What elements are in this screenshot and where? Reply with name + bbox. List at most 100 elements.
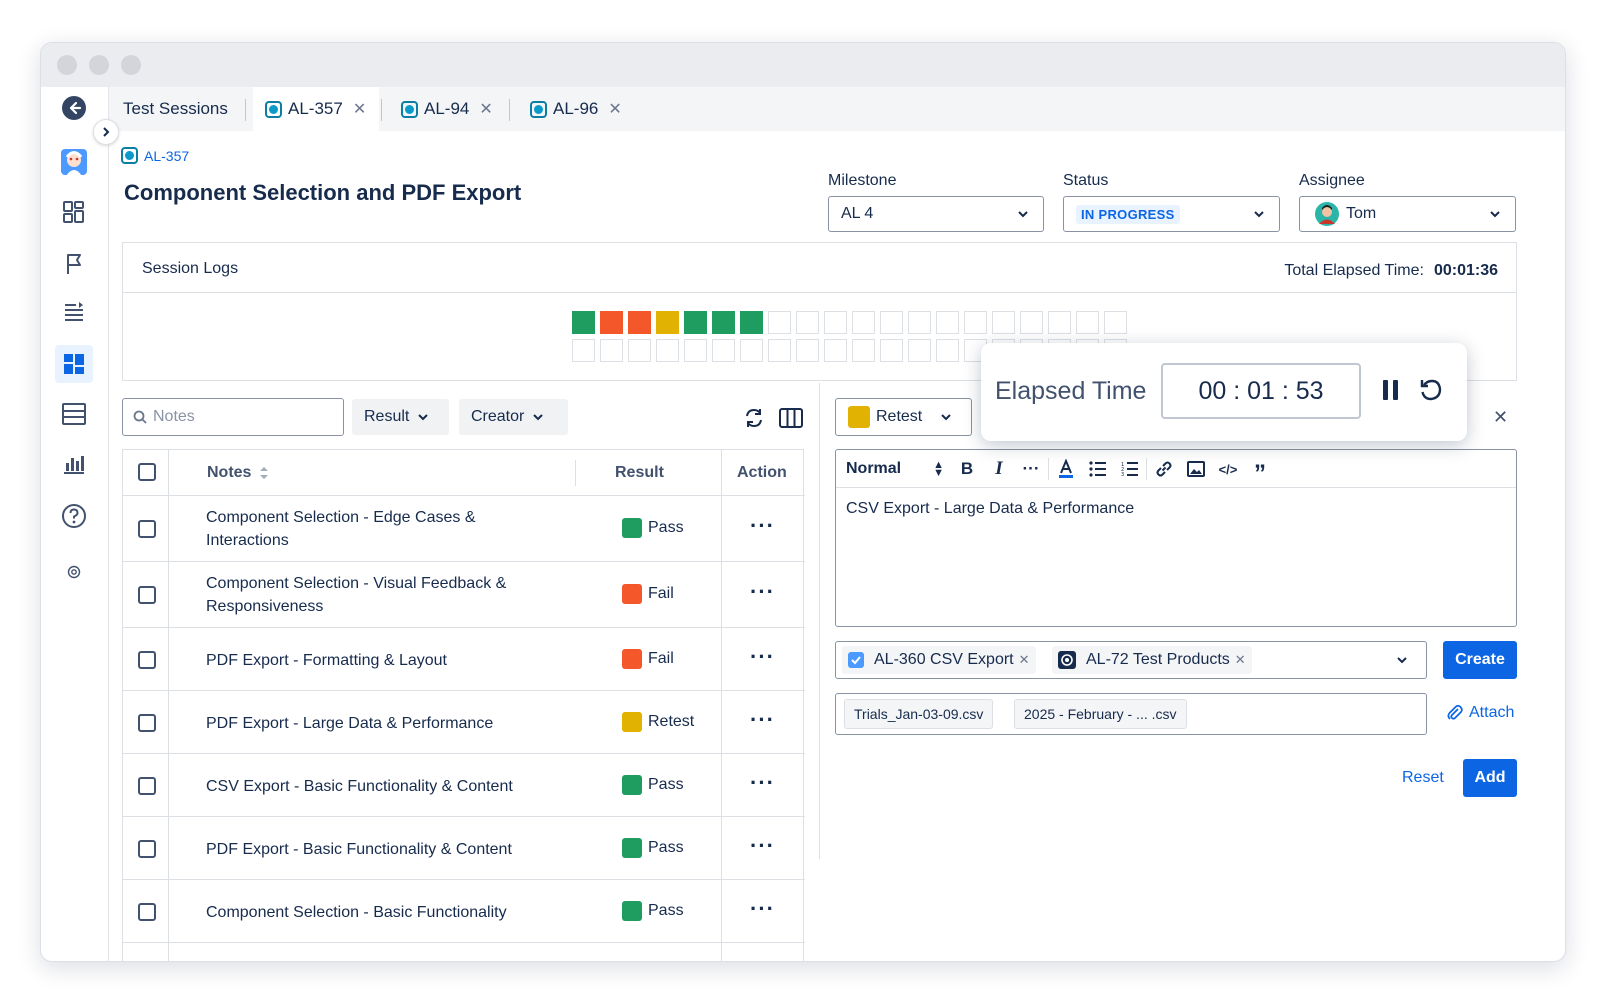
more-actions-icon[interactable]: ··· — [750, 833, 775, 859]
image-button[interactable] — [1184, 450, 1208, 488]
reset-timer-button[interactable] — [1419, 378, 1443, 407]
log-cell — [1104, 311, 1127, 334]
text-color-icon — [1059, 459, 1073, 478]
assignee-select[interactable]: Tom — [1299, 196, 1516, 232]
table-row[interactable]: Component Selection - Edge Cases & Intera… — [123, 496, 805, 562]
row-checkbox[interactable] — [138, 902, 156, 921]
test-cases-nav[interactable] — [55, 293, 93, 331]
tab-al-357[interactable]: AL-357 ✕ — [253, 87, 379, 131]
note-editor[interactable]: Normal ▲ ▼ B I ··· 123 </> ” CSV Export … — [835, 449, 1517, 627]
attachments-field[interactable]: Trials_Jan-03-09.csv 2025 - February - .… — [835, 693, 1427, 735]
sidebar-expand-button[interactable] — [93, 119, 119, 145]
table-row[interactable]: Component Selection - Visual Feedback & R… — [123, 562, 805, 628]
help-nav[interactable] — [55, 497, 93, 535]
milestones-nav[interactable] — [55, 245, 93, 283]
row-checkbox[interactable] — [138, 713, 156, 732]
creator-filter-button[interactable]: Creator — [459, 399, 568, 435]
more-actions-icon[interactable]: ··· — [750, 770, 775, 796]
result-label: Fail — [648, 649, 674, 667]
table-row[interactable]: CSV Export - Basic Functionality & Conte… — [123, 754, 805, 817]
notes-column-header[interactable]: Notes — [207, 461, 269, 484]
link-button[interactable] — [1152, 450, 1176, 488]
window-maximize-dot[interactable] — [121, 55, 141, 75]
reports-nav[interactable] — [55, 445, 93, 483]
note-text[interactable]: Component Selection - Visual Feedback & R… — [206, 572, 506, 618]
close-icon[interactable]: ✕ — [353, 99, 366, 119]
attach-button[interactable]: Attach — [1447, 704, 1514, 722]
note-text[interactable]: CSV Export - Basic Functionality & Conte… — [206, 775, 513, 798]
log-cell — [712, 311, 735, 334]
remove-icon[interactable]: ✕ — [1235, 652, 1246, 668]
cycles-nav[interactable] — [55, 395, 93, 433]
bold-button[interactable]: B — [956, 450, 978, 488]
text-color-button[interactable] — [1054, 450, 1078, 488]
panel-divider — [819, 383, 820, 859]
editor-content[interactable]: CSV Export - Large Data & Performance — [846, 500, 1134, 518]
status-select[interactable]: IN PROGRESS — [1063, 196, 1280, 232]
reset-button[interactable]: Reset — [1402, 769, 1444, 787]
linked-issues-select[interactable]: AL-360 CSV Export ✕ AL-72 Test Products … — [835, 641, 1427, 679]
row-checkbox[interactable] — [138, 839, 156, 858]
tab-al-96[interactable]: AL-96 ✕ — [530, 87, 622, 131]
attachment-chip[interactable]: 2025 - February - ... .csv — [1014, 699, 1187, 729]
add-button[interactable]: Add — [1463, 759, 1517, 797]
more-formatting-button[interactable]: ··· — [1018, 450, 1044, 488]
text-style-select[interactable]: Normal ▲ ▼ — [846, 450, 944, 488]
more-actions-icon[interactable]: ··· — [750, 707, 775, 733]
table-row[interactable]: PDF Export - Formatting & Layout Fail ··· — [123, 628, 805, 691]
window-minimize-dot[interactable] — [89, 55, 109, 75]
columns-button[interactable] — [779, 408, 803, 433]
select-all-checkbox[interactable] — [138, 463, 156, 481]
quote-button[interactable]: ” — [1248, 450, 1272, 488]
tab-al-94[interactable]: AL-94 ✕ — [401, 87, 493, 131]
note-text[interactable]: Component Selection - Basic Functionalit… — [206, 901, 507, 924]
sessions-nav[interactable] — [55, 345, 93, 383]
close-editor-button[interactable]: ✕ — [1493, 407, 1508, 428]
close-icon[interactable]: ✕ — [608, 99, 621, 119]
refresh-button[interactable] — [743, 407, 765, 434]
image-icon — [1187, 461, 1205, 477]
log-cell — [824, 311, 847, 334]
numbered-list-button[interactable]: 123 — [1118, 450, 1142, 488]
row-checkbox[interactable] — [138, 586, 156, 604]
linked-issue-chip[interactable]: AL-360 CSV Export ✕ — [842, 646, 1036, 674]
search-input[interactable]: Notes — [122, 398, 344, 436]
note-text[interactable]: PDF Export - Large Data & Performance — [206, 712, 493, 735]
table-row[interactable]: PDF Export - Large Data & Performance Ret… — [123, 691, 805, 754]
note-text[interactable]: PDF Export - Basic Functionality & Conte… — [206, 838, 512, 861]
result-filter-button[interactable]: Result — [352, 399, 449, 435]
settings-nav[interactable] — [55, 553, 93, 591]
bullet-list-button[interactable] — [1086, 450, 1110, 488]
more-actions-icon[interactable]: ··· — [750, 513, 775, 539]
note-line: PDF Export - Formatting & Layout — [206, 651, 447, 669]
column-resize[interactable] — [575, 460, 576, 486]
more-actions-icon[interactable]: ··· — [750, 579, 775, 605]
back-button[interactable] — [55, 89, 93, 127]
pause-button[interactable] — [1381, 379, 1401, 406]
avatar-app-icon[interactable] — [55, 143, 93, 181]
attachment-chip[interactable]: Trials_Jan-03-09.csv — [844, 699, 994, 729]
dashboard-nav[interactable] — [55, 193, 93, 231]
row-checkbox[interactable] — [138, 650, 156, 669]
note-text[interactable]: PDF Export - Formatting & Layout — [206, 649, 447, 672]
close-icon[interactable]: ✕ — [479, 99, 492, 119]
create-button[interactable]: Create — [1443, 641, 1517, 679]
breadcrumb[interactable]: AL-357 — [121, 147, 189, 164]
code-button[interactable]: </> — [1216, 450, 1240, 488]
linked-issue-chip[interactable]: AL-72 Test Products ✕ — [1052, 646, 1252, 674]
result-select[interactable]: Retest — [835, 398, 972, 436]
tab-test-sessions[interactable]: Test Sessions — [123, 87, 228, 131]
table-row[interactable]: Component Selection - Basic Functionalit… — [123, 880, 805, 943]
more-actions-icon[interactable]: ··· — [750, 644, 775, 670]
note-line: PDF Export - Large Data & Performance — [206, 714, 494, 732]
italic-button[interactable]: I — [988, 450, 1010, 488]
note-text[interactable]: Component Selection - Edge Cases & Intera… — [206, 506, 475, 552]
table-row[interactable]: PDF Export - Basic Functionality & Conte… — [123, 817, 805, 880]
remove-icon[interactable]: ✕ — [1019, 652, 1030, 668]
milestone-select[interactable]: AL 4 — [828, 196, 1044, 232]
more-actions-icon[interactable]: ··· — [750, 896, 775, 922]
window-close-dot[interactable] — [57, 55, 77, 75]
row-checkbox[interactable] — [138, 776, 156, 795]
table-icon — [62, 403, 86, 425]
row-checkbox[interactable] — [138, 520, 156, 538]
